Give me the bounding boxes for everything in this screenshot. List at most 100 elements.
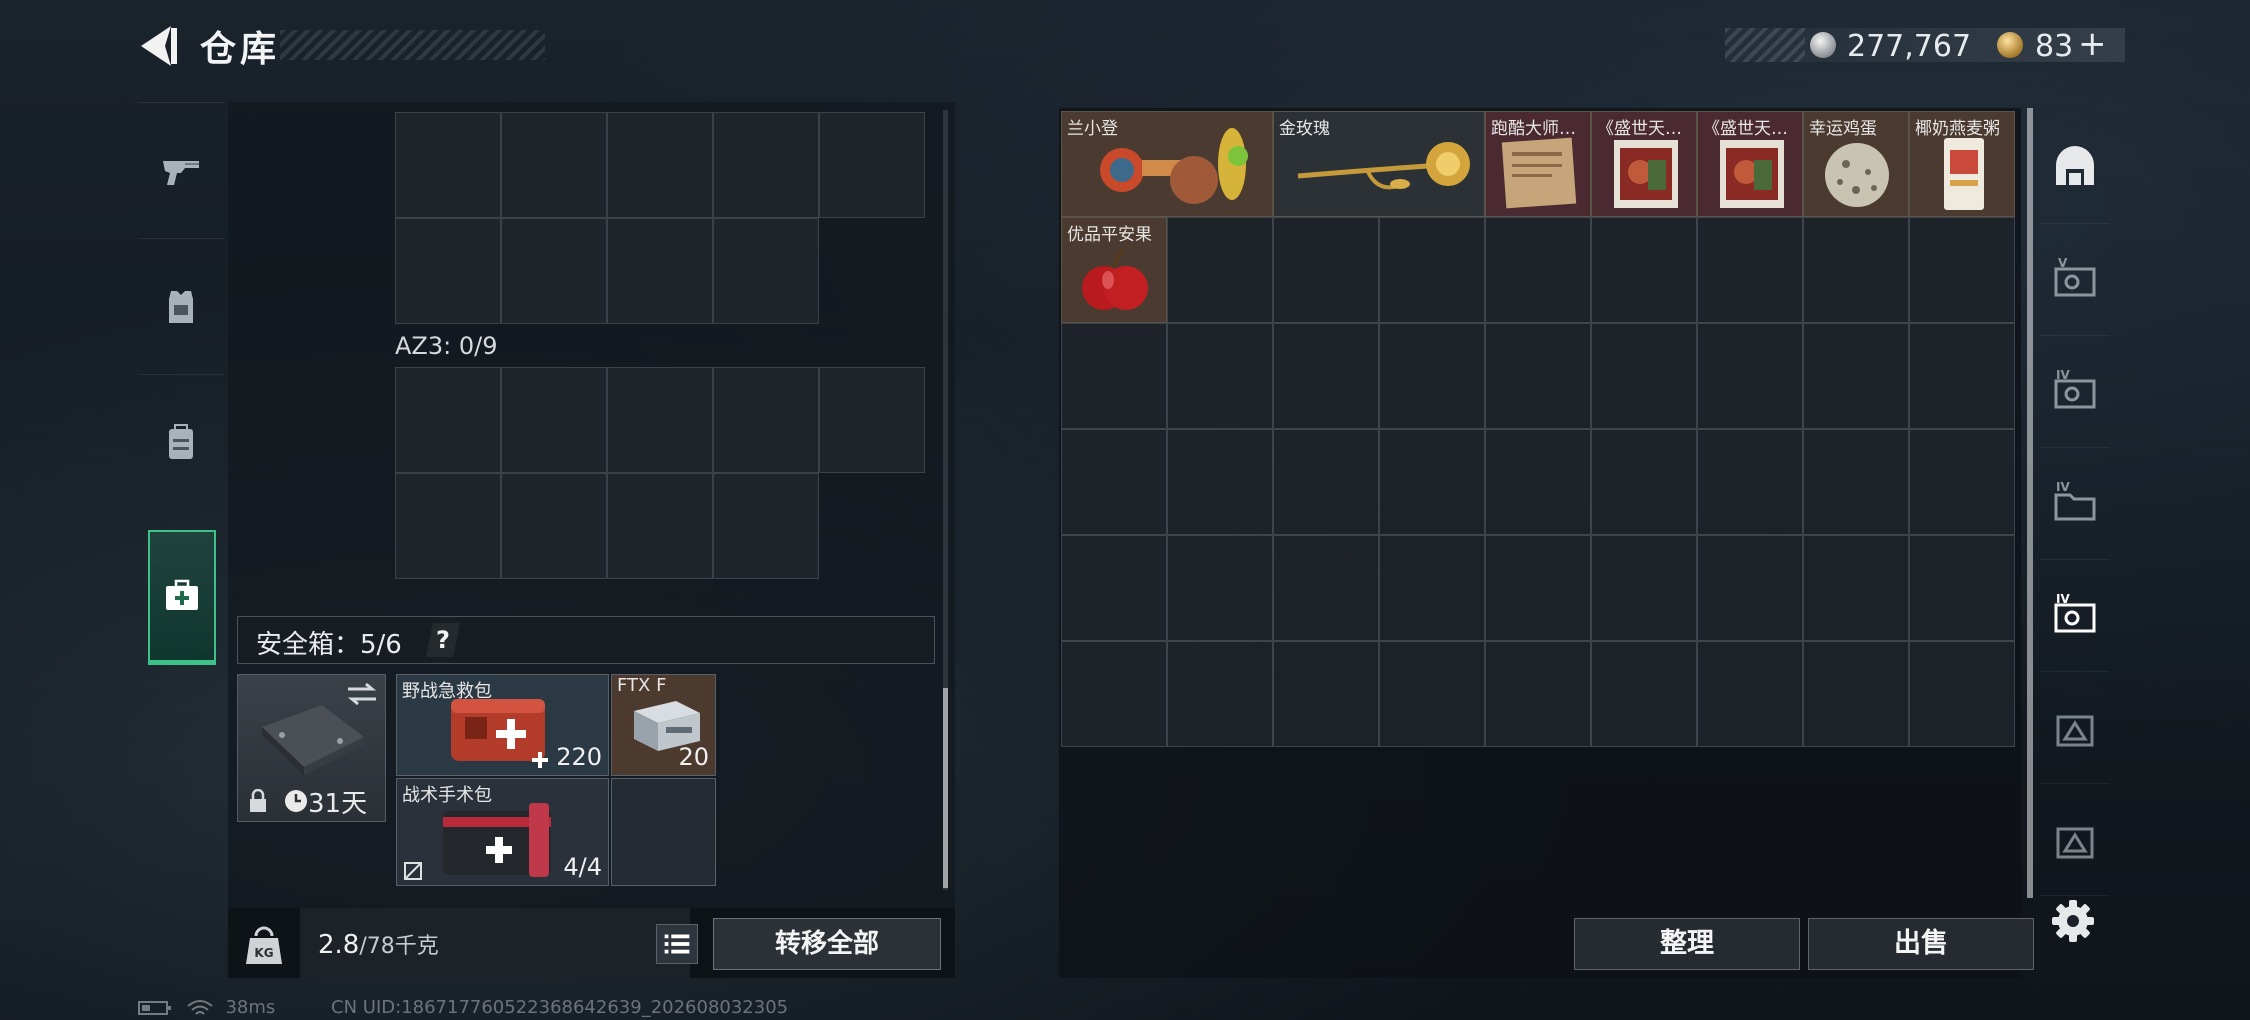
tab-shelter[interactable] xyxy=(2040,112,2110,224)
stash-grid-cell[interactable] xyxy=(1697,323,1803,429)
stash-item-golden-rose[interactable]: 金玫瑰 xyxy=(1273,111,1485,217)
grid-cell[interactable] xyxy=(395,367,501,473)
stash-grid-cell[interactable] xyxy=(1909,429,2015,535)
stash-grid-cell[interactable] xyxy=(1061,323,1167,429)
safe-item-empty-slot[interactable] xyxy=(611,778,716,886)
stash-grid-cell[interactable] xyxy=(1485,641,1591,747)
item-name: 金玫瑰 xyxy=(1279,119,1330,139)
stash-grid-cell[interactable] xyxy=(1379,217,1485,323)
transfer-all-button[interactable]: 转移全部 xyxy=(713,918,941,970)
grid-cell[interactable] xyxy=(501,112,607,218)
tab-folder-iv[interactable]: IV xyxy=(2040,448,2110,560)
stash-grid-cell[interactable] xyxy=(1697,535,1803,641)
stash-item-oat-porridge[interactable]: 椰奶燕麦粥 xyxy=(1909,111,2015,217)
stash-item-parkour-master[interactable]: 跑酷大师… xyxy=(1485,111,1591,217)
grid-cell[interactable] xyxy=(607,112,713,218)
stash-grid-cell[interactable] xyxy=(1909,535,2015,641)
grid-cell[interactable] xyxy=(819,367,925,473)
stash-grid-cell[interactable] xyxy=(1803,323,1909,429)
stash-item-apple[interactable]: 优品平安果 xyxy=(1061,217,1167,323)
stash-item-book-2[interactable]: 《盛世天… xyxy=(1697,111,1803,217)
stash-grid-cell[interactable] xyxy=(1273,641,1379,747)
organize-button[interactable]: 整理 xyxy=(1574,918,1800,970)
stash-grid-cell[interactable] xyxy=(1167,641,1273,747)
stash-grid-cell[interactable] xyxy=(1909,323,2015,429)
stash-grid-cell[interactable] xyxy=(1591,641,1697,747)
grid-cell[interactable] xyxy=(501,218,607,324)
add-currency-button[interactable]: + xyxy=(2078,24,2107,64)
tab-safe-iv[interactable]: IV xyxy=(2040,336,2110,448)
grid-cell[interactable] xyxy=(819,112,925,218)
tab-safe-iv-active[interactable]: IV xyxy=(2040,560,2110,672)
stash-grid-cell[interactable] xyxy=(1485,217,1591,323)
stash-grid-cell[interactable] xyxy=(1803,429,1909,535)
tab-medical[interactable] xyxy=(148,530,216,662)
stash-grid-cell[interactable] xyxy=(1909,217,2015,323)
grid-cell[interactable] xyxy=(713,367,819,473)
grid-cell[interactable] xyxy=(501,367,607,473)
grid-cell[interactable] xyxy=(501,473,607,579)
grid-cell[interactable] xyxy=(607,473,713,579)
tab-frame-iii[interactable] xyxy=(2040,672,2110,784)
stash-grid-cell[interactable] xyxy=(1273,429,1379,535)
stash-grid-cell[interactable] xyxy=(1803,535,1909,641)
left-scrollbar-thumb[interactable] xyxy=(943,688,948,888)
stash-item-lucky-egg[interactable]: 幸运鸡蛋 xyxy=(1803,111,1909,217)
item-name: 《盛世天… xyxy=(1703,119,1788,139)
back-button[interactable] xyxy=(135,22,183,70)
stash-item-book-1[interactable]: 《盛世天… xyxy=(1591,111,1697,217)
grid-cell[interactable] xyxy=(713,112,819,218)
stash-grid-cell[interactable] xyxy=(1485,535,1591,641)
stash-grid-cell[interactable] xyxy=(1697,217,1803,323)
stash-grid-cell[interactable] xyxy=(1591,323,1697,429)
settings-button[interactable] xyxy=(2050,898,2096,944)
grid-cell[interactable] xyxy=(713,473,819,579)
stash-grid-cell[interactable] xyxy=(1167,535,1273,641)
stash-grid-cell[interactable] xyxy=(1061,535,1167,641)
safe-item-surgery-kit[interactable]: 战术手术包 4/4 xyxy=(396,778,609,886)
stash-grid-cell[interactable] xyxy=(1273,323,1379,429)
stash-grid-cell[interactable] xyxy=(1909,641,2015,747)
stash-grid-cell[interactable] xyxy=(1167,429,1273,535)
stash-grid-cell[interactable] xyxy=(1591,217,1697,323)
stash-grid-cell[interactable] xyxy=(1379,323,1485,429)
stash-grid-cell[interactable] xyxy=(1591,429,1697,535)
grid-cell[interactable] xyxy=(395,112,501,218)
stash-grid-cell[interactable] xyxy=(1485,429,1591,535)
stash-grid-cell[interactable] xyxy=(1167,217,1273,323)
stash-grid-cell[interactable] xyxy=(1167,323,1273,429)
sell-button[interactable]: 出售 xyxy=(1808,918,2034,970)
list-view-button[interactable] xyxy=(656,924,698,964)
stash-scrollbar[interactable] xyxy=(2027,108,2033,898)
stash-grid-cell[interactable] xyxy=(1273,535,1379,641)
tab-safe-v[interactable]: V xyxy=(2040,224,2110,336)
stash-item-lan-xiao-deng[interactable]: 兰小登 xyxy=(1061,111,1273,217)
grid-cell[interactable] xyxy=(607,367,713,473)
stash-grid-cell[interactable] xyxy=(1379,535,1485,641)
grid-cell[interactable] xyxy=(395,218,501,324)
help-button[interactable]: ? xyxy=(426,623,460,657)
stash-grid-cell[interactable] xyxy=(1379,641,1485,747)
stash-grid-cell[interactable] xyxy=(1697,429,1803,535)
right-tab-bar: V IV IV IV xyxy=(2040,112,2110,896)
safe-item-first-aid[interactable]: 野战急救包 220 xyxy=(396,674,609,776)
safe-item-ftx[interactable]: FTX F 20 xyxy=(611,674,716,776)
stash-grid-cell[interactable] xyxy=(1485,323,1591,429)
medkit-icon xyxy=(166,579,198,610)
tab-backpack[interactable] xyxy=(138,374,224,510)
stash-grid-cell[interactable] xyxy=(1803,641,1909,747)
tab-weapons[interactable] xyxy=(138,102,224,238)
grid-cell[interactable] xyxy=(713,218,819,324)
stash-grid-cell[interactable] xyxy=(1379,429,1485,535)
tab-armor[interactable] xyxy=(138,238,224,374)
tab-frame-iii-b[interactable] xyxy=(2040,784,2110,896)
grid-cell[interactable] xyxy=(607,218,713,324)
stash-grid-cell[interactable] xyxy=(1803,217,1909,323)
grid-cell[interactable] xyxy=(395,473,501,579)
stash-grid-cell[interactable] xyxy=(1061,641,1167,747)
stash-grid-cell[interactable] xyxy=(1591,535,1697,641)
stash-grid-cell[interactable] xyxy=(1697,641,1803,747)
safe-box-case-slot[interactable]: 31天 xyxy=(237,674,386,822)
stash-grid-cell[interactable] xyxy=(1061,429,1167,535)
stash-grid-cell[interactable] xyxy=(1273,217,1379,323)
